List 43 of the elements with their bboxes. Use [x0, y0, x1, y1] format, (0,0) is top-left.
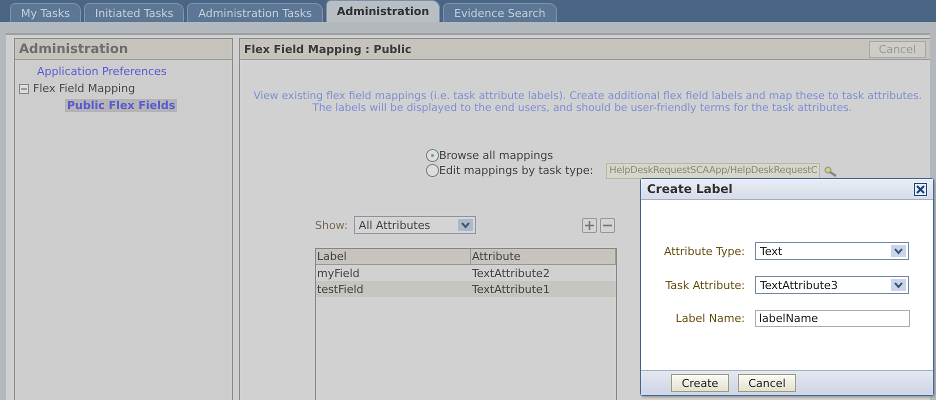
dropdown-field[interactable]: TextAttribute3 [755, 276, 909, 294]
description-text: View existing flex field mappings (i.e. task attribute labels). Create additional flex field labels and map these to task attributes. [253, 90, 922, 102]
collapse-icon[interactable] [19, 84, 29, 94]
column-header[interactable]: Attribute [471, 249, 616, 264]
tree-link[interactable]: Application Preferences [35, 65, 169, 78]
dialog-button[interactable]: Cancel [738, 374, 796, 392]
tab[interactable]: Administration Tasks [187, 3, 323, 22]
radio-button[interactable] [426, 149, 439, 162]
close-button[interactable] [914, 182, 927, 196]
radio-label: Edit mappings by task type: [439, 164, 594, 177]
remove-button[interactable] [600, 218, 615, 232]
table-cell-text: myField [316, 266, 361, 281]
add-button[interactable] [582, 218, 597, 232]
tab[interactable]: My Tasks [10, 3, 81, 22]
radio-button[interactable] [426, 164, 439, 177]
caret-icon [891, 245, 906, 257]
caret-icon [891, 279, 906, 291]
plus-icon [585, 220, 594, 230]
description-text: The labels will be displayed to the end users, and should be user-friendly terms for the task attributes. [312, 102, 852, 114]
tree-item[interactable]: Flex Field Mapping [33, 82, 136, 95]
column-header[interactable]: Label [316, 249, 471, 264]
field-label: Attribute Type: [662, 244, 745, 258]
tab[interactable]: Evidence Search [443, 3, 556, 22]
table-cell-text: TextAttribute2 [471, 266, 551, 281]
show-dropdown[interactable]: All Attributes [354, 216, 476, 234]
table-row[interactable]: testField TextAttribute1 [316, 281, 616, 297]
dialog-button[interactable]: Create [671, 374, 729, 392]
panel-title: Administration [19, 42, 128, 56]
tab[interactable]: Initiated Tasks [84, 3, 184, 22]
tab[interactable]: Administration [326, 0, 440, 22]
table-cell-text: testField [316, 282, 365, 297]
table-row[interactable]: myField TextAttribute2 [316, 265, 616, 281]
dialog-title: Create Label [647, 182, 733, 196]
field-label: Task Attribute: [664, 278, 745, 292]
panel-title: Flex Field Mapping : Public [244, 42, 412, 56]
input-field[interactable]: labelName [755, 310, 910, 327]
caret-icon [458, 219, 473, 231]
dropdown-field[interactable]: Text [755, 242, 909, 260]
table-cell-text: TextAttribute1 [471, 282, 551, 297]
radio-label: Browse all mappings [439, 149, 554, 162]
show-label: Show: [315, 218, 348, 232]
field-label: Label Name: [674, 312, 745, 325]
close-icon [916, 184, 925, 194]
